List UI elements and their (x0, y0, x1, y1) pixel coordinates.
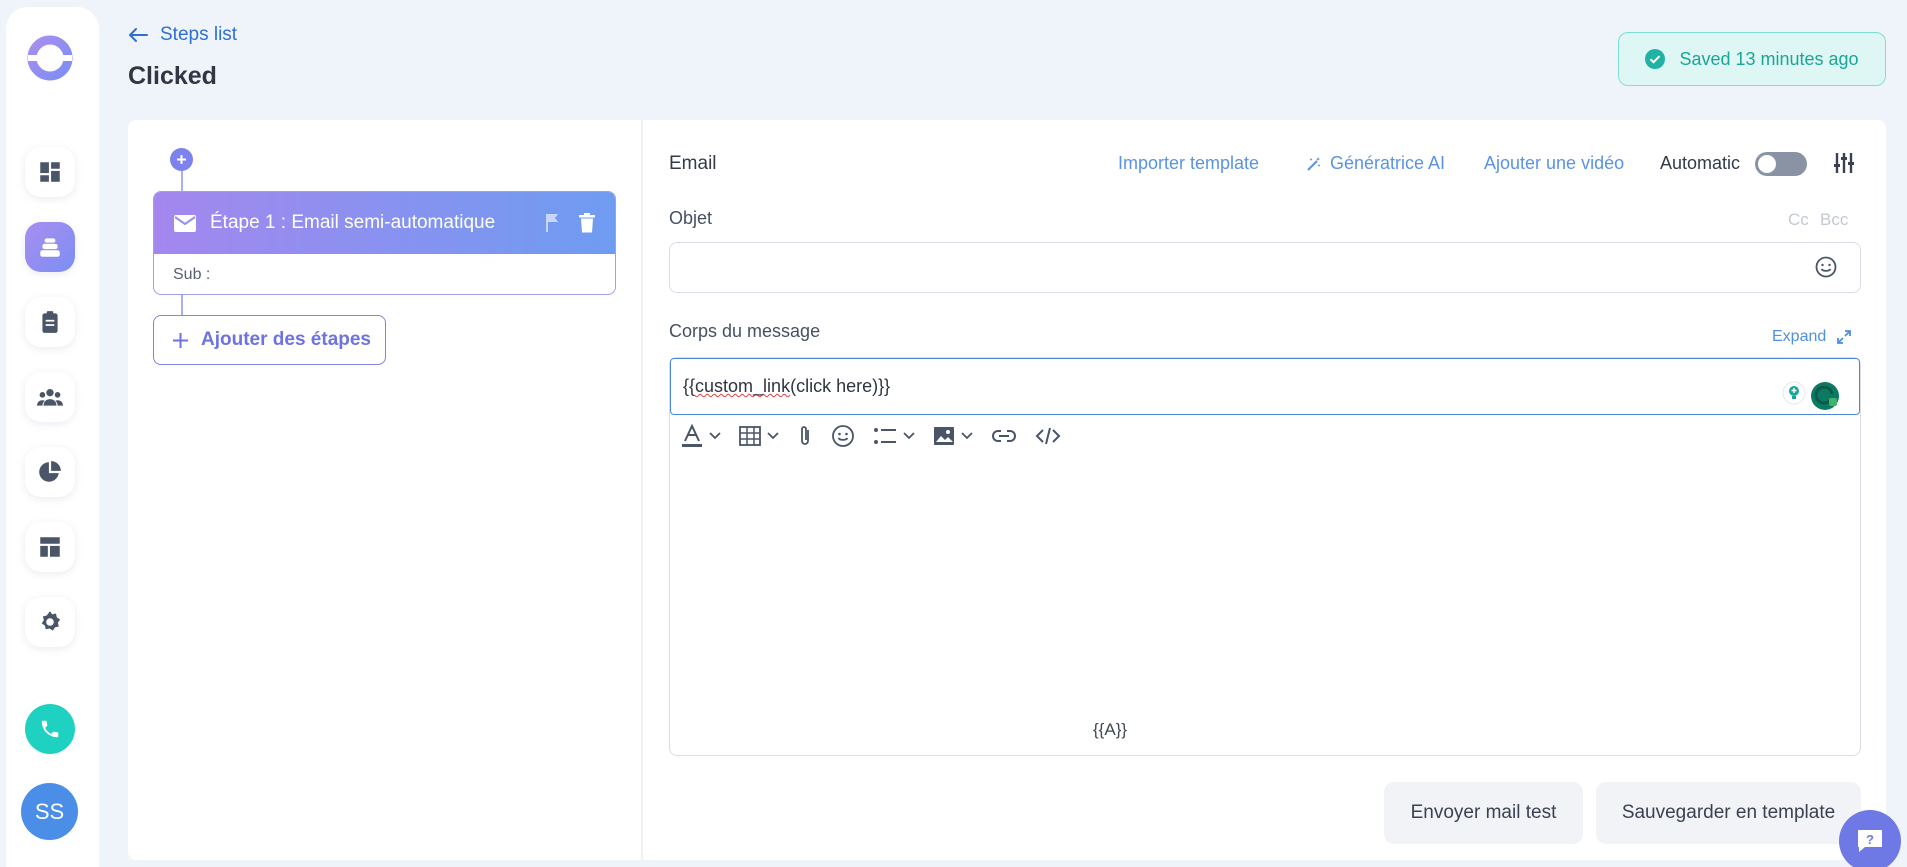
subject-label: Objet (669, 208, 713, 228)
magic-wand-icon (1307, 156, 1321, 171)
layout-icon (40, 537, 60, 557)
sidebar-item-dashboard[interactable] (25, 147, 75, 197)
help-chat-icon: ? (1858, 830, 1882, 852)
body-text-misspelled: custom_link (695, 376, 791, 396)
pie-chart-icon (39, 461, 61, 482)
expand-label: Expand (1772, 328, 1827, 345)
ai-generator-label: Génératrice AI (1330, 153, 1446, 173)
table-dropdown[interactable] (739, 426, 779, 446)
sidebar-item-tasks[interactable] (25, 297, 75, 347)
add-video-link[interactable]: Ajouter une vidéo (1484, 153, 1624, 174)
chevron-down-icon (709, 432, 721, 440)
flag-icon[interactable] (545, 213, 559, 233)
list-dropdown[interactable] (873, 426, 915, 446)
back-link-label: Steps list (160, 24, 238, 45)
plus-icon (173, 332, 188, 348)
import-template-link[interactable]: Importer template (1118, 153, 1259, 174)
text-color-icon (682, 424, 702, 447)
panel-divider (641, 120, 643, 860)
step-subject: Sub : (173, 266, 211, 283)
expand-link[interactable]: Expand (1772, 328, 1852, 346)
dashboard-icon (40, 162, 60, 182)
sidebar-item-reports[interactable] (25, 447, 75, 497)
cc-link[interactable]: Cc (1788, 210, 1809, 230)
gear-icon (41, 611, 61, 631)
add-steps-button[interactable]: Ajouter des étapes (153, 315, 386, 365)
emoji-icon[interactable] (1815, 256, 1837, 278)
automatic-label: Automatic (1660, 153, 1741, 173)
step-card-header: Étape 1 : Email semi-automatique (154, 192, 615, 254)
sidebar-item-sequences[interactable] (25, 222, 75, 272)
expand-icon (1837, 330, 1852, 344)
saved-status-text: Saved 13 minutes ago (1679, 48, 1859, 69)
message-body-text[interactable]: {{custom_link(click here)}} (683, 376, 890, 397)
editor-toolbar (681, 424, 1061, 448)
svg-text:?: ? (1866, 832, 1874, 847)
link-icon[interactable] (991, 428, 1017, 444)
grammarly-icon[interactable] (1810, 381, 1840, 411)
body-label: Corps du message (669, 321, 821, 341)
grammar-assistant[interactable] (1782, 381, 1840, 411)
step-title: Étape 1 : Email semi-automatique (210, 212, 496, 233)
bulleted-list-icon (874, 428, 896, 444)
app-logo-icon[interactable] (26, 34, 74, 82)
chevron-down-icon (903, 432, 915, 440)
inbox-stack-icon (40, 238, 60, 257)
step-connector (181, 171, 183, 191)
chevron-down-icon (961, 432, 973, 440)
image-icon (934, 427, 954, 445)
page-title: Clicked (128, 62, 217, 90)
sidebar: SS (6, 7, 99, 867)
arrow-left-icon (128, 28, 148, 42)
variable-insert[interactable]: {{A}} (1093, 720, 1127, 740)
save-as-template-button[interactable]: Sauvegarder en template (1596, 782, 1861, 844)
insert-step-button[interactable] (170, 148, 193, 171)
image-dropdown[interactable] (933, 426, 973, 446)
trash-icon[interactable] (579, 213, 595, 233)
automatic-toggle[interactable] (1755, 152, 1807, 176)
sidebar-item-contacts[interactable] (25, 372, 75, 422)
attachment-icon[interactable] (797, 424, 813, 448)
phone-button[interactable] (25, 704, 75, 754)
subject-input[interactable] (669, 242, 1861, 293)
saved-status-badge: Saved 13 minutes ago (1618, 32, 1886, 86)
email-section-title: Email (669, 153, 717, 174)
clipboard-icon (42, 311, 58, 333)
phone-icon (41, 720, 59, 738)
table-icon (739, 426, 761, 446)
plus-icon (177, 155, 186, 164)
team-icon (37, 388, 63, 406)
avatar[interactable]: SS (21, 783, 78, 840)
bcc-link[interactable]: Bcc (1820, 210, 1848, 230)
message-editor[interactable] (669, 357, 1861, 756)
ai-generator-link[interactable]: Génératrice AI (1306, 153, 1445, 174)
sidebar-item-templates[interactable] (25, 522, 75, 572)
body-text-suffix: (click here)}} (790, 376, 891, 396)
emoji-icon[interactable] (831, 424, 855, 448)
help-chat-button[interactable]: ? (1839, 810, 1901, 867)
send-test-mail-button[interactable]: Envoyer mail test (1384, 782, 1583, 844)
envelope-icon (174, 214, 196, 232)
check-circle-icon (1645, 49, 1666, 69)
step-card[interactable]: Étape 1 : Email semi-automatique Sub : (153, 191, 616, 295)
body-text-prefix: {{ (683, 376, 696, 396)
chevron-down-icon (767, 432, 779, 440)
step-connector (181, 295, 183, 315)
lightbulb-icon[interactable] (1782, 381, 1806, 405)
text-color-dropdown[interactable] (681, 424, 721, 448)
back-to-steps-link[interactable]: Steps list (128, 24, 237, 46)
code-icon[interactable] (1035, 426, 1061, 446)
sidebar-item-settings[interactable] (25, 597, 75, 647)
add-steps-label: Ajouter des étapes (201, 329, 371, 350)
sliders-icon[interactable] (1833, 151, 1855, 175)
